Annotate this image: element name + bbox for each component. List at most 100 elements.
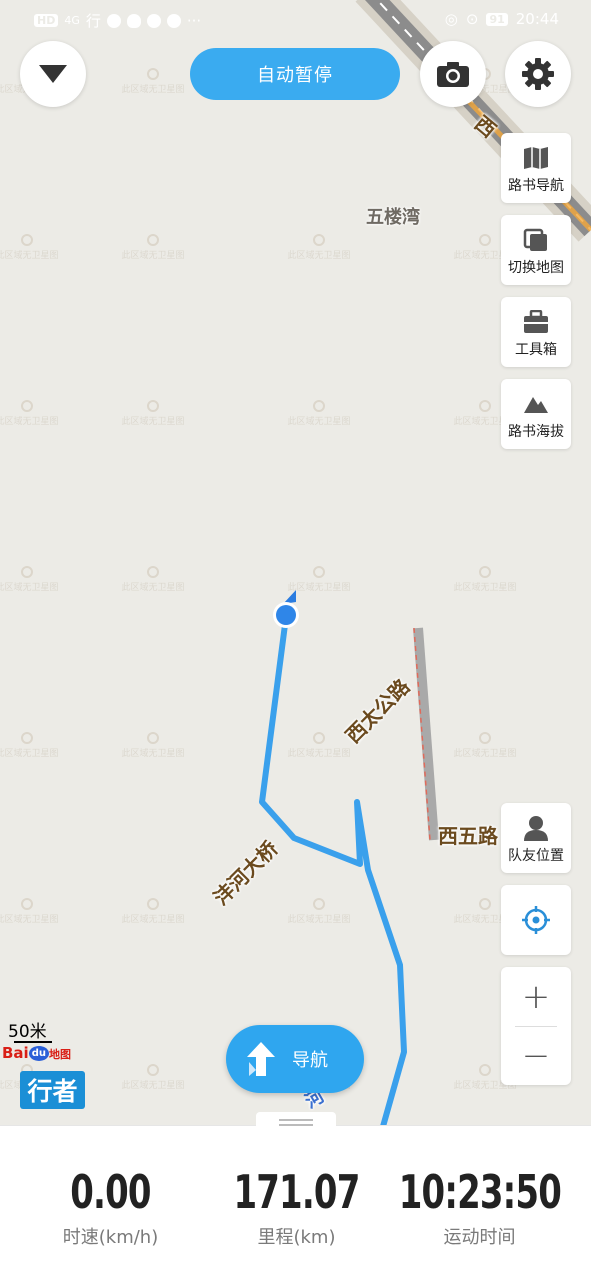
speed-label: 时速(km/h) (62, 1227, 159, 1248)
map-watermark: 此区域无卫星图 (118, 732, 188, 759)
map-watermark: 此区域无卫星图 (284, 234, 354, 261)
duration-value: 10:23:50 (398, 1165, 562, 1219)
camera-button[interactable] (420, 41, 486, 107)
camera-icon (437, 62, 469, 87)
watermark-logo-icon (147, 1064, 159, 1076)
watermark-text: 此区域无卫星图 (0, 583, 59, 593)
layers-icon (522, 227, 550, 253)
map-watermark: 此区域无卫星图 (118, 898, 188, 925)
navigate-label: 导航 (292, 1050, 328, 1071)
qq-icon (126, 13, 141, 28)
baidu-map-text: 地图 (48, 1048, 71, 1061)
watermark-logo-icon (21, 234, 33, 246)
status-bar: HD 4G 行 ··· ◎ ⊙ 91 20:44 (0, 0, 591, 40)
clock: 20:44 (515, 10, 559, 28)
alarm-icon: ◎ (444, 10, 458, 28)
teammate-location-button[interactable]: 队友位置 (501, 803, 571, 873)
road-label-xiwu: 西五路 (438, 824, 498, 848)
route-book-nav-label: 路书导航 (508, 178, 564, 194)
mountain-icon (522, 391, 550, 417)
watermark-logo-icon (313, 732, 325, 744)
watermark-text: 此区域无卫星图 (0, 417, 59, 427)
locate-crosshair-icon (522, 906, 550, 934)
watermark-text: 此区域无卫星图 (287, 417, 351, 427)
watermark-logo-icon (21, 400, 33, 412)
watermark-text: 此区域无卫星图 (287, 749, 351, 759)
watermark-logo-icon (147, 566, 159, 578)
watermark-text: 此区域无卫星图 (287, 583, 351, 593)
map-watermark: 此区域无卫星图 (118, 1064, 188, 1091)
map-watermark: 此区域无卫星图 (0, 566, 62, 593)
signal-icon: 4G (64, 14, 80, 27)
watermark-text: 此区域无卫星图 (121, 915, 185, 925)
baidu-brand-text: Bai (2, 1044, 29, 1062)
watermark-logo-icon (147, 68, 159, 80)
watermark-text: 此区域无卫星图 (0, 749, 59, 759)
gear-icon (522, 58, 554, 90)
map-watermark: 此区域无卫星图 (0, 732, 62, 759)
watermark-logo-icon (21, 566, 33, 578)
watermark-logo-icon (313, 566, 325, 578)
navigate-button[interactable]: 导航 (226, 1025, 364, 1093)
wechat-icon (146, 13, 161, 28)
baidu-paw-icon: du (28, 1046, 49, 1061)
teammate-location-label: 队友位置 (508, 848, 564, 864)
zoom-divider (515, 1026, 557, 1027)
navigate-arrow-icon (247, 1042, 275, 1076)
distance-label: 里程(km) (257, 1227, 336, 1248)
watermark-text: 此区域无卫星图 (121, 1081, 185, 1091)
watermark-text: 此区域无卫星图 (287, 915, 351, 925)
xingzhe-logo: 行者 (20, 1071, 85, 1109)
map-book-icon (522, 145, 550, 171)
map-watermark: 此区域无卫星图 (450, 732, 520, 759)
watermark-text: 此区域无卫星图 (121, 583, 185, 593)
map-scale-bar (14, 1041, 52, 1043)
watermark-text: 此区域无卫星图 (121, 251, 185, 261)
status-left: HD 4G 行 ··· (34, 10, 201, 31)
watermark-logo-icon (21, 898, 33, 910)
watermark-text: 此区域无卫星图 (453, 749, 517, 759)
map-watermark: 此区域无卫星图 (118, 566, 188, 593)
xingzhe-app-icon: 行 (85, 12, 101, 30)
distance-stat: 171.07 里程(km) (198, 1165, 395, 1249)
triangle-down-icon (39, 65, 67, 83)
baidu-map-logo: Bai du 地图 (2, 1044, 71, 1062)
route-elevation-label: 路书海拔 (508, 424, 564, 440)
collapse-dropdown-button[interactable] (20, 41, 86, 107)
watermark-logo-icon (479, 898, 491, 910)
map-scale-label: 50米 (8, 1022, 47, 1042)
toolbox-button[interactable]: 工具箱 (501, 297, 571, 367)
watermark-logo-icon (313, 234, 325, 246)
map-watermark: 此区域无卫星图 (284, 400, 354, 427)
switch-map-button[interactable]: 切换地图 (501, 215, 571, 285)
status-right: ◎ ⊙ 91 20:44 (445, 10, 559, 28)
map-watermark: 此区域无卫星图 (284, 732, 354, 759)
panel-drag-handle[interactable] (256, 1112, 336, 1132)
toolbox-icon (522, 309, 550, 335)
settings-button[interactable] (505, 41, 571, 107)
watermark-text: 此区域无卫星图 (0, 915, 59, 925)
auto-pause-button[interactable]: 自动暂停 (190, 48, 400, 100)
locate-me-button[interactable] (501, 885, 571, 955)
watermark-logo-icon (313, 898, 325, 910)
speed-stat: 0.00 时速(km/h) (12, 1165, 209, 1249)
watermark-logo-icon (147, 234, 159, 246)
battery-icon: 91 (486, 12, 508, 26)
watermark-logo-icon (313, 400, 325, 412)
watermark-logo-icon (479, 1064, 491, 1076)
zoom-out-button[interactable]: − (501, 1026, 571, 1085)
route-book-nav-button[interactable]: 路书导航 (501, 133, 571, 203)
watermark-logo-icon (479, 400, 491, 412)
distance-value: 171.07 (233, 1165, 360, 1219)
watermark-logo-icon (479, 234, 491, 246)
map-watermark: 此区域无卫星图 (284, 898, 354, 925)
browser-icon (106, 13, 121, 28)
person-icon (522, 815, 550, 841)
map-watermark: 此区域无卫星图 (284, 566, 354, 593)
switch-map-label: 切换地图 (508, 260, 564, 276)
watermark-text: 此区域无卫星图 (453, 583, 517, 593)
route-elevation-button[interactable]: 路书海拔 (501, 379, 571, 449)
zoom-control: + − (501, 967, 571, 1085)
hd-icon: HD (34, 14, 59, 27)
zoom-in-button[interactable]: + (501, 967, 571, 1026)
